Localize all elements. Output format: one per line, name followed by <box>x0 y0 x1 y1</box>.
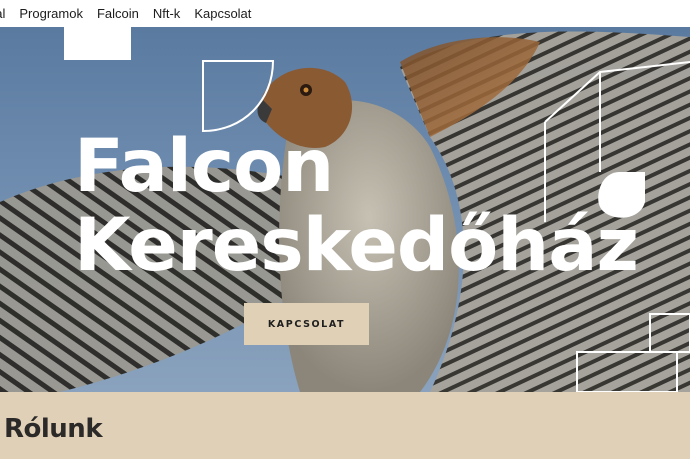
nav-link-falcoin[interactable]: Falcoin <box>97 6 139 21</box>
about-section: Rólunk <box>0 392 690 459</box>
hero-section: Falcon Kereskedőház KAPCSOLAT <box>0 27 690 392</box>
nav-link-fooldal[interactable]: dal <box>0 6 5 21</box>
about-heading: Rólunk <box>4 414 103 444</box>
hero-title-line1: Falcon <box>74 124 334 209</box>
contact-button[interactable]: KAPCSOLAT <box>244 303 369 345</box>
nav-link-nft[interactable]: Nft-k <box>153 6 180 21</box>
hero-title: Falcon Kereskedőház <box>74 124 639 288</box>
nav-link-programok[interactable]: Programok <box>19 6 83 21</box>
hero-title-line2: Kereskedőház <box>74 203 639 288</box>
nav-link-kapcsolat[interactable]: Kapcsolat <box>194 6 251 21</box>
top-navigation: dal Programok Falcoin Nft-k Kapcsolat <box>0 0 690 27</box>
